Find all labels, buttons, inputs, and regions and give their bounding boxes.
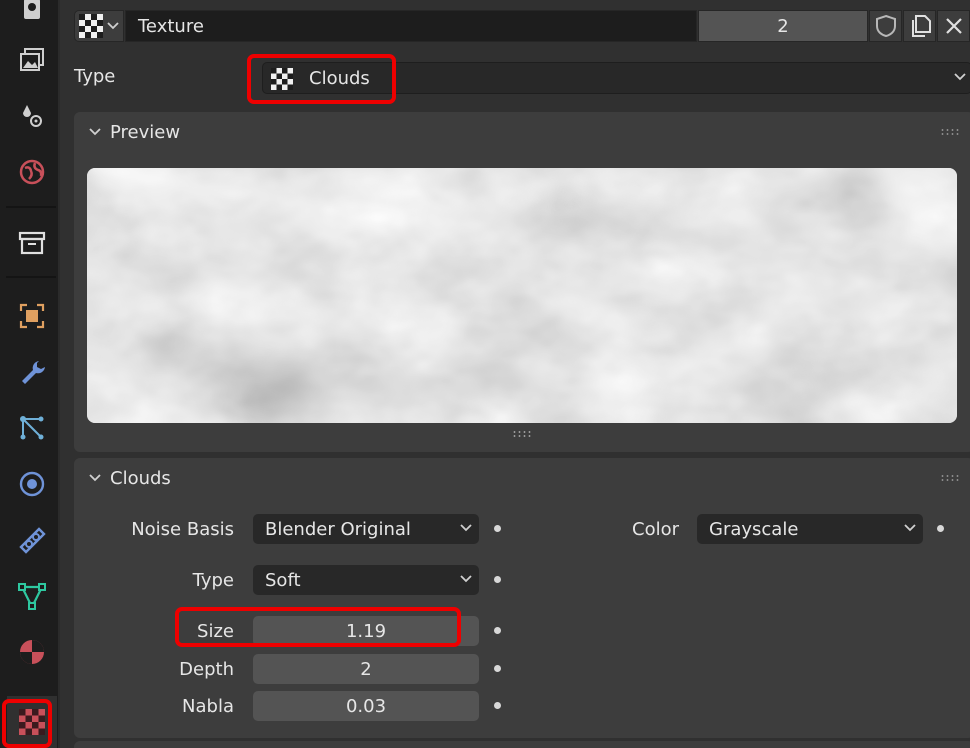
shield-icon bbox=[875, 14, 896, 38]
world-tab[interactable] bbox=[7, 146, 57, 198]
size-field[interactable]: 1.19 bbox=[253, 616, 479, 646]
material-icon bbox=[20, 640, 44, 664]
physics-icon bbox=[19, 471, 45, 497]
object-tab[interactable] bbox=[7, 290, 57, 342]
chevron-down-icon bbox=[460, 575, 472, 583]
drag-handle-icon[interactable] bbox=[940, 128, 960, 136]
clouds-panel-header[interactable]: Clouds bbox=[74, 458, 970, 498]
color-value: Grayscale bbox=[709, 518, 799, 540]
noise-type-value: Soft bbox=[265, 569, 301, 591]
clouds-panel: Clouds Noise Basis Blender Original Colo… bbox=[74, 458, 970, 738]
texture-type-row: Type Clouds bbox=[74, 62, 970, 94]
noise-type-label: Type bbox=[192, 570, 234, 591]
properties-tab-bar bbox=[0, 0, 58, 748]
animate-property-dot[interactable] bbox=[494, 665, 501, 672]
clouds-panel-title: Clouds bbox=[110, 467, 171, 489]
texture-datablock-selector: Texture 2 bbox=[74, 10, 970, 42]
texture-type-dropdown[interactable]: Clouds bbox=[262, 62, 970, 94]
render-icon bbox=[24, 0, 40, 19]
tab-separator bbox=[6, 206, 56, 208]
world-icon bbox=[19, 159, 45, 185]
preview-resize-handle[interactable] bbox=[512, 430, 532, 438]
chevron-down-icon bbox=[904, 524, 916, 532]
preview-panel-header[interactable]: Preview bbox=[74, 112, 970, 152]
color-label: Color bbox=[632, 519, 679, 540]
chevron-down-icon bbox=[107, 22, 119, 30]
browse-texture-button[interactable] bbox=[74, 10, 124, 42]
wrench-icon bbox=[22, 361, 45, 384]
animate-property-dot[interactable] bbox=[494, 702, 501, 709]
duplicate-icon bbox=[911, 15, 931, 37]
type-label: Type bbox=[74, 66, 116, 87]
color-dropdown[interactable]: Grayscale bbox=[697, 514, 923, 544]
duplicate-button[interactable] bbox=[903, 10, 936, 42]
texture-tab[interactable] bbox=[7, 696, 57, 748]
unlink-button[interactable] bbox=[937, 10, 970, 42]
constraints-icon bbox=[19, 527, 46, 554]
size-label: Size bbox=[197, 621, 234, 642]
physics-tab[interactable] bbox=[7, 458, 57, 510]
animate-property-dot[interactable] bbox=[494, 627, 501, 634]
modifier-tab[interactable] bbox=[7, 346, 57, 398]
tab-separator bbox=[6, 276, 56, 278]
user-count-button[interactable]: 2 bbox=[698, 10, 868, 42]
close-icon bbox=[945, 18, 962, 34]
chevron-down-icon bbox=[460, 524, 472, 532]
collection-tab[interactable] bbox=[7, 217, 57, 269]
preview-panel: Preview bbox=[74, 112, 970, 452]
output-tab[interactable] bbox=[7, 34, 57, 86]
animate-property-dot[interactable] bbox=[494, 576, 501, 583]
render-tab[interactable] bbox=[7, 0, 57, 36]
material-tab[interactable] bbox=[7, 626, 57, 678]
texture-icon bbox=[19, 709, 45, 735]
checker-texture-icon bbox=[271, 68, 293, 90]
mesh-data-icon bbox=[18, 583, 46, 610]
checker-texture-icon bbox=[79, 14, 103, 38]
animate-property-dot[interactable] bbox=[937, 525, 944, 532]
texture-properties-panel: Texture 2 Type Clouds Preview Clouds Noi… bbox=[60, 0, 970, 748]
noise-type-dropdown[interactable]: Soft bbox=[253, 565, 479, 595]
nabla-field[interactable]: 0.03 bbox=[253, 691, 479, 721]
chevron-down-icon bbox=[89, 474, 101, 482]
drag-handle-icon[interactable] bbox=[940, 474, 960, 482]
depth-label: Depth bbox=[179, 659, 234, 680]
view-layer-icon bbox=[23, 105, 42, 127]
chevron-down-icon bbox=[954, 73, 966, 81]
object-icon bbox=[19, 303, 45, 329]
noise-basis-value: Blender Original bbox=[265, 518, 411, 540]
preview-panel-title: Preview bbox=[110, 121, 181, 143]
particles-tab[interactable] bbox=[7, 402, 57, 454]
texture-preview-image bbox=[87, 168, 957, 423]
chevron-down-icon bbox=[89, 128, 101, 136]
output-icon bbox=[20, 48, 44, 71]
collection-icon bbox=[18, 231, 46, 255]
depth-field[interactable]: 2 bbox=[253, 654, 479, 684]
object-data-tab[interactable] bbox=[7, 570, 57, 622]
animate-property-dot[interactable] bbox=[494, 525, 501, 532]
texture-type-value: Clouds bbox=[309, 67, 370, 89]
noise-basis-dropdown[interactable]: Blender Original bbox=[253, 514, 479, 544]
texture-name-field[interactable]: Texture bbox=[125, 10, 697, 42]
constraints-tab[interactable] bbox=[7, 514, 57, 566]
noise-basis-label: Noise Basis bbox=[131, 519, 234, 540]
nabla-label: Nabla bbox=[182, 696, 234, 717]
fake-user-button[interactable] bbox=[869, 10, 902, 42]
view-layer-tab[interactable] bbox=[7, 90, 57, 142]
particles-icon bbox=[20, 416, 44, 440]
next-panel-edge bbox=[74, 741, 970, 748]
